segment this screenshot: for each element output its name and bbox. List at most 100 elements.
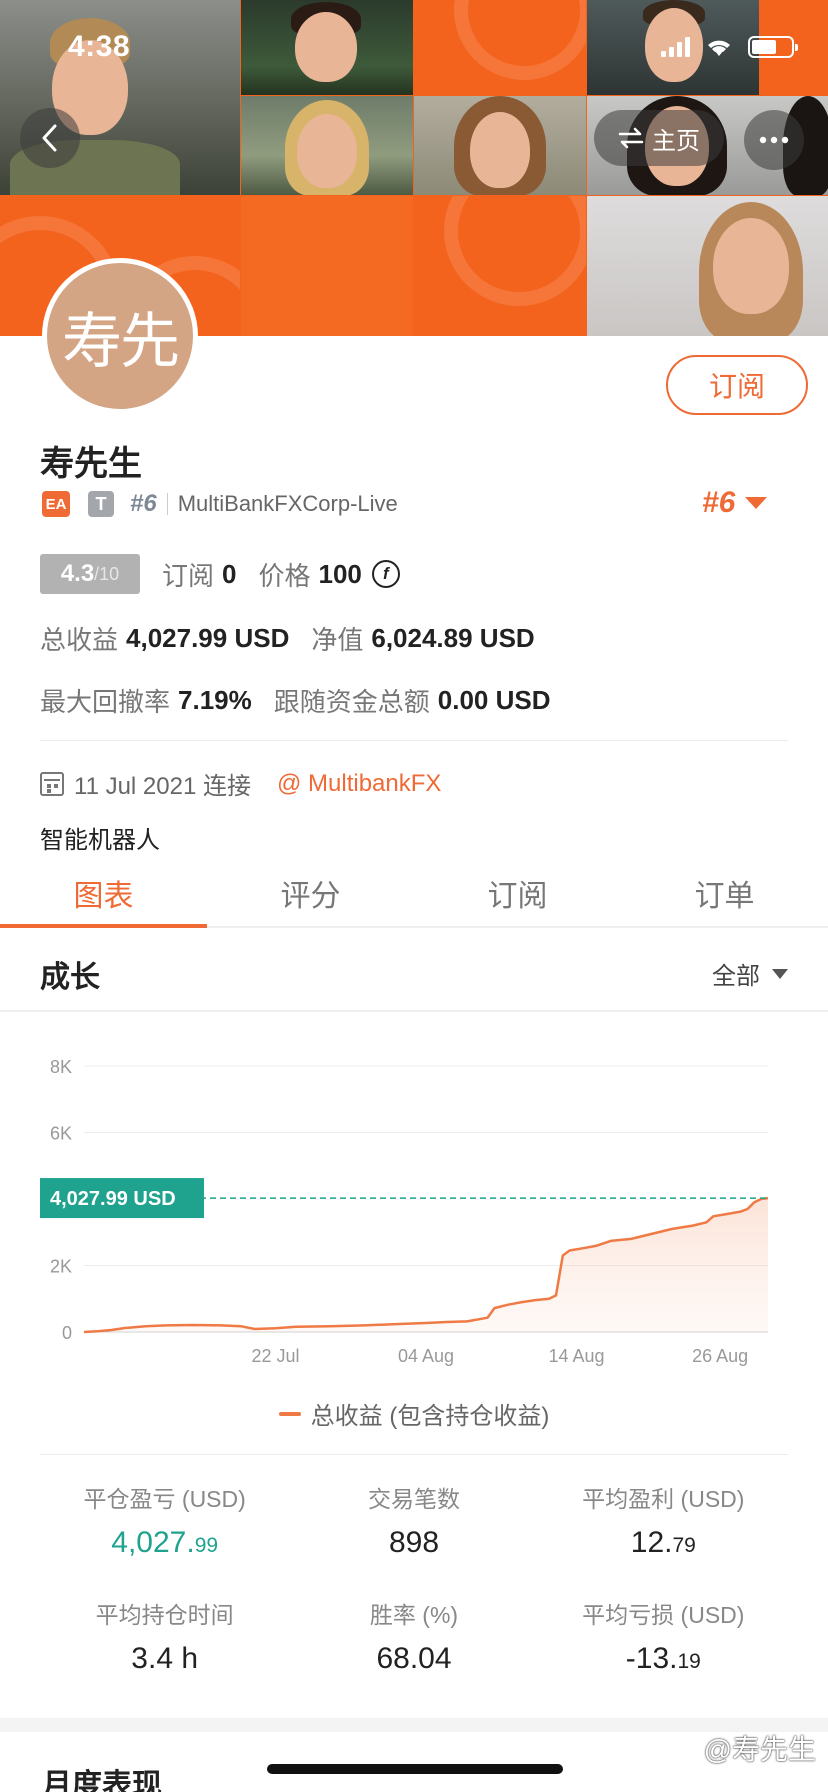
follow-value: 0.00 USD	[437, 685, 551, 715]
banner-photo-woman-brunette	[414, 96, 586, 195]
summary-value-main: 12.	[630, 1526, 673, 1559]
summary-value: 12.79	[539, 1526, 788, 1560]
avatar[interactable]: 寿先	[42, 258, 198, 414]
summary-value: 898	[289, 1526, 538, 1560]
summary-value-main: 3.4 h	[131, 1642, 199, 1675]
chart-legend: 总收益 (包含持仓收益)	[0, 1396, 828, 1431]
range-filter[interactable]: 全部	[712, 956, 788, 991]
legend-swatch	[278, 1411, 301, 1416]
rating-badge: 4.3/10	[40, 554, 140, 594]
broker-link[interactable]: @ MultibankFX	[277, 770, 441, 798]
tab-orders[interactable]: 订单	[621, 860, 828, 926]
summary-label: 平均亏损 (USD)	[582, 1602, 745, 1628]
summary-value-main: 898	[388, 1526, 440, 1559]
home-indicator[interactable]	[267, 1764, 563, 1774]
summary-value-decimals: 99	[194, 1534, 219, 1557]
section-title: 成长	[40, 961, 100, 994]
rating-scale: /10	[94, 563, 120, 584]
summary-value-decimals: 19	[677, 1650, 701, 1673]
banner-photo-woman-blonde	[241, 96, 413, 195]
summary-cell: 交易笔数 898	[289, 1480, 538, 1560]
divider	[166, 493, 168, 515]
status-time: 4:38	[68, 30, 131, 63]
home-button-label: 主页	[652, 127, 700, 155]
more-dots-icon	[759, 136, 789, 144]
drawdown-label: 最大回撤率	[40, 687, 171, 717]
profit-label: 总收益	[40, 625, 119, 655]
meta-row: 11 Jul 2021 连接 @ MultibankFX	[40, 766, 441, 801]
tab-bar: 图表 评分 订阅 订单	[0, 860, 828, 928]
summary-value: 3.4 h	[40, 1642, 289, 1676]
calendar-icon	[40, 771, 64, 796]
rating-row: 4.3/10 订阅 0 价格 100 f	[40, 554, 400, 594]
drawdown-value: 7.19%	[178, 685, 252, 715]
more-button[interactable]	[744, 110, 804, 170]
subscribe-button[interactable]: 订阅	[666, 355, 808, 415]
y-tick-label: 2K	[50, 1257, 72, 1277]
profit-row: 总收益 4,027.99 USD 净值 6,024.89 USD	[40, 620, 557, 657]
rank-dropdown[interactable]: #6	[702, 486, 768, 520]
x-tick-label: 04 Aug	[398, 1346, 454, 1366]
banner-pattern-tile	[241, 196, 413, 336]
connected-date: 11 Jul 2021 连接	[74, 773, 251, 800]
profit-value: 4,027.99 USD	[126, 623, 290, 653]
tab-chart[interactable]: 图表	[0, 860, 207, 928]
y-tick-label: 8K	[50, 1057, 72, 1077]
summary-cell: 平仓盈亏 (USD) 4,027.99	[40, 1480, 289, 1560]
subs-value: 0	[222, 558, 237, 589]
wifi-icon	[708, 40, 730, 56]
summary-value: 4,027.99	[40, 1526, 289, 1560]
x-tick-label: 14 Aug	[548, 1346, 604, 1366]
tab-rating[interactable]: 评分	[207, 860, 414, 926]
banner-pattern-tile	[414, 196, 586, 336]
banner-photo-woman-smiling	[587, 196, 828, 336]
legend-label: 总收益 (包含持仓收益)	[310, 1403, 550, 1430]
battery-icon	[748, 36, 798, 58]
divider	[40, 740, 788, 741]
summary-label: 交易笔数	[367, 1486, 460, 1512]
growth-section-header: 成长 全部	[0, 930, 828, 1012]
rank-label: #6	[130, 490, 157, 517]
ea-badge: EA	[42, 491, 70, 517]
summary-grid: 平仓盈亏 (USD) 4,027.99 交易笔数 898 平均盈利 (USD) 12.79…	[40, 1480, 788, 1676]
x-tick-label: 26 Aug	[692, 1346, 748, 1366]
t-badge: T	[88, 491, 114, 517]
tag-row: EA T #6 MultiBankFXCorp-Live	[42, 490, 398, 518]
watermark: @寿先生	[703, 1734, 816, 1765]
summary-label: 平均持仓时间	[95, 1602, 234, 1628]
back-button[interactable]	[20, 108, 80, 168]
summary-label: 平仓盈亏 (USD)	[83, 1486, 246, 1512]
summary-value: -13.19	[539, 1642, 788, 1676]
divider	[40, 1454, 788, 1455]
summary-value-main: 68.04	[376, 1642, 452, 1675]
summary-label: 平均盈利 (USD)	[582, 1486, 745, 1512]
price-label: 价格	[258, 560, 311, 591]
switch-arrows-icon	[618, 127, 644, 149]
robot-label: 智能机器人	[40, 827, 160, 854]
rank-value: #6	[702, 486, 736, 519]
y-tick-label: 0	[62, 1323, 72, 1343]
summary-value-main: 4,027.	[111, 1526, 195, 1559]
banner-photo-man-smiling	[241, 0, 413, 95]
status-icons	[661, 36, 798, 58]
avatar-text: 寿先	[62, 306, 180, 377]
home-button[interactable]: 主页	[594, 110, 724, 166]
subs-label: 订阅	[162, 560, 215, 591]
drawdown-row: 最大回撤率 7.19% 跟随资金总额 0.00 USD	[40, 682, 573, 719]
y-tick-label: 6K	[50, 1124, 72, 1144]
banner-pattern-tile	[414, 0, 586, 95]
current-value-label: 4,027.99 USD	[50, 1188, 176, 1210]
caret-down-icon	[745, 497, 768, 509]
summary-cell: 平均亏损 (USD) -13.19	[539, 1596, 788, 1676]
growth-chart[interactable]: 8K 6K 2K 0 22 Jul 04 Aug 14 Aug 26 Aug 4,027.9…	[0, 1030, 828, 1370]
x-tick-label: 22 Jul	[251, 1346, 299, 1366]
summary-value-main: -13.	[625, 1642, 678, 1675]
equity-label: 净值	[311, 625, 364, 655]
chart-x-ticks: 22 Jul 04 Aug 14 Aug 26 Aug	[251, 1346, 748, 1366]
signal-icon	[661, 37, 690, 57]
tab-subscribe[interactable]: 订阅	[414, 860, 621, 926]
summary-value-decimals: 79	[672, 1534, 696, 1557]
price-value: 100	[318, 558, 362, 589]
summary-cell: 胜率 (%) 68.04	[289, 1596, 538, 1676]
range-filter-label: 全部	[712, 963, 760, 990]
